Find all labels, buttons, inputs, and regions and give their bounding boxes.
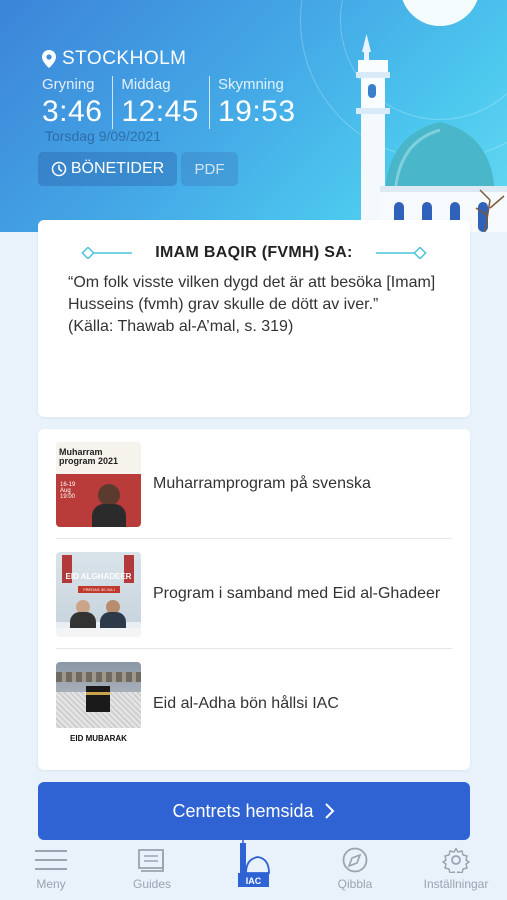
iac-logo-text: IAC [246, 876, 262, 886]
prayer-times-button[interactable]: BÖNETIDER [38, 152, 177, 186]
prayer-label: Middag [121, 76, 171, 93]
nav-menu-label: Meny [36, 877, 66, 891]
program-thumbnail: Muharram program 2021 16-19 Aug 19:00 [56, 441, 141, 527]
list-item[interactable]: Muharram program 2021 16-19 Aug 19:00 Mu… [56, 429, 452, 539]
list-item[interactable]: EID MUBARAK Eid al-Adha bön hållsi IAC [56, 649, 452, 759]
quote-text: “Om folk visste vilken dygd det är att b… [68, 274, 436, 313]
thumb-title: EID MUBARAK [70, 733, 127, 743]
gear-icon [442, 847, 470, 873]
nav-home[interactable]: IAC [203, 837, 303, 893]
prayer-time: 3:46 [42, 95, 103, 128]
iac-logo-icon: IAC [238, 837, 270, 887]
location-pin-icon [42, 50, 56, 68]
nav-settings[interactable]: Inställningar [406, 847, 506, 891]
thumb-title: Muharram program 2021 [59, 446, 119, 466]
prayer-label: Skymning [217, 76, 284, 93]
nav-qibla[interactable]: Qibbla [305, 847, 405, 891]
menu-icon [35, 850, 67, 870]
list-item[interactable]: EID ALGHADEER FREDAG 30 JULI Program i s… [56, 539, 452, 649]
nav-settings-label: Inställningar [423, 877, 489, 891]
program-title: Eid al-Adha bön hållsi IAC [153, 695, 339, 712]
thumb-date: FREDAG 30 JULI [78, 585, 120, 593]
quote-body: “Om folk visste vilken dygd det är att b… [68, 272, 448, 338]
nav-qibla-label: Qibbla [337, 877, 373, 891]
prayer-dawn: Gryning 3:46 [42, 76, 112, 129]
bottom-nav: Meny Guides IAC Qibbla Inställningar [0, 837, 507, 900]
prayer-time: 12:45 [121, 95, 199, 128]
quote-card: IMAM BAQIR (FVMH) SA: “Om folk visste vi… [38, 220, 470, 417]
city-name: STOCKHOLM [62, 48, 187, 69]
website-button-label: Centrets hemsida [172, 800, 314, 821]
mosque-illustration [356, 34, 507, 232]
program-thumbnail: EID MUBARAK [56, 661, 141, 747]
prayer-times-label: BÖNETIDER [70, 160, 165, 177]
ornament-right-icon [376, 247, 427, 259]
chevron-right-icon [324, 803, 334, 819]
program-thumbnail: EID ALGHADEER FREDAG 30 JULI [56, 551, 141, 637]
prayer-time: 19:53 [217, 95, 296, 128]
prayer-times: Gryning 3:46 Middag 12:45 Skymning 19:53 [42, 76, 306, 129]
thumb-title: EID ALGHADEER [65, 571, 132, 581]
nav-guides-label: Guides [132, 877, 172, 891]
location[interactable]: STOCKHOLM [42, 48, 187, 70]
program-title: Program i samband med Eid al-Ghadeer [153, 585, 441, 602]
program-title: Muharramprogram på svenska [153, 475, 371, 492]
current-date: Torsdag 9/09/2021 [45, 128, 161, 144]
thumb-date: 16-19 Aug 19:00 [60, 481, 76, 500]
prayer-header: STOCKHOLM Gryning 3:46 Middag 12:45 Skym… [0, 0, 507, 232]
compass-icon [342, 847, 368, 873]
quote-source: (Källa: Thawab al-A’mal, s. 319) [68, 318, 294, 335]
timer-icon [51, 161, 67, 177]
nav-guides[interactable]: Guides [102, 847, 202, 891]
program-list: Muharram program 2021 16-19 Aug 19:00 Mu… [38, 429, 470, 770]
pdf-label: PDF [194, 160, 225, 178]
pdf-button[interactable]: PDF [181, 152, 238, 186]
prayer-dusk: Skymning 19:53 [208, 76, 306, 129]
website-button[interactable]: Centrets hemsida [38, 782, 470, 840]
prayer-label: Gryning [42, 76, 95, 93]
prayer-noon: Middag 12:45 [112, 76, 209, 129]
book-icon [138, 849, 164, 872]
nav-menu[interactable]: Meny [1, 847, 101, 891]
